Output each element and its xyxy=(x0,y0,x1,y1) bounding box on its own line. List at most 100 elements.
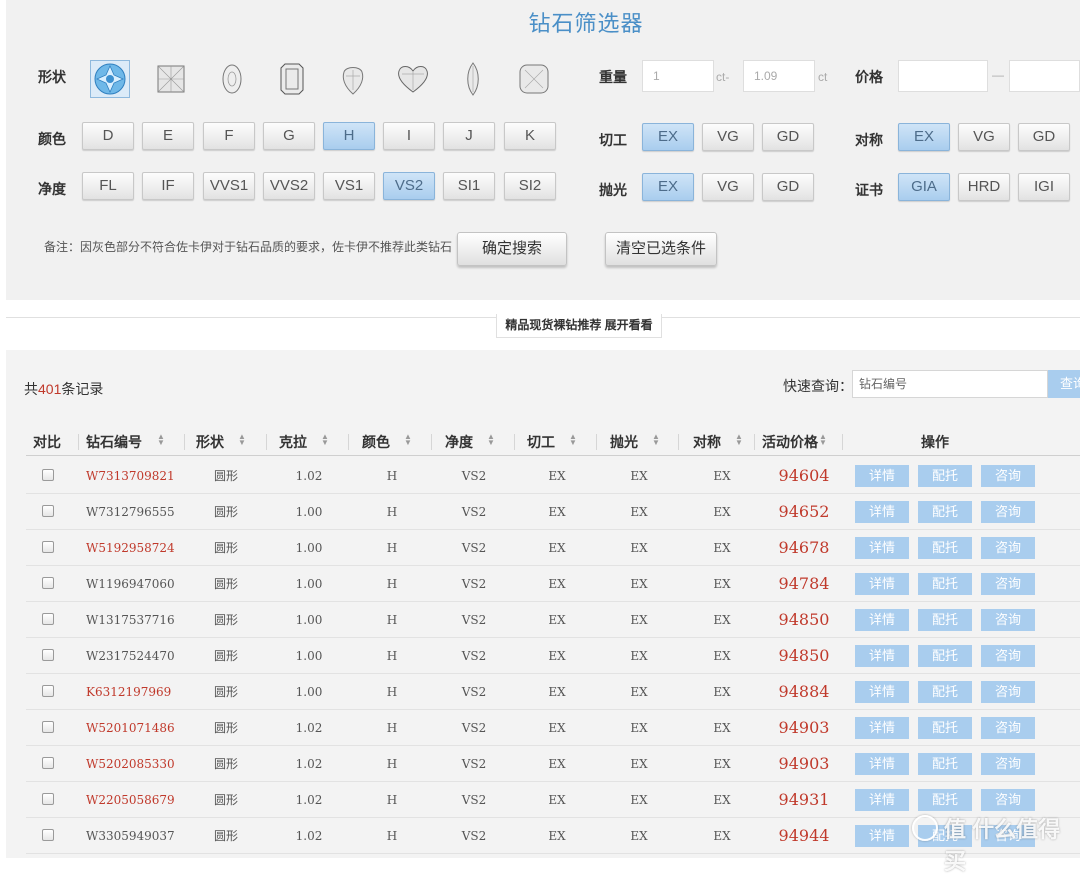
diamond-code[interactable]: W7313709821 xyxy=(86,458,186,494)
consult-button[interactable]: 咨询 xyxy=(981,681,1035,703)
th-code[interactable]: 钻石编号 xyxy=(86,432,142,452)
sort-icon[interactable]: ▲ ▼ xyxy=(735,433,743,447)
compare-checkbox[interactable] xyxy=(42,577,54,589)
compare-checkbox[interactable] xyxy=(42,613,54,625)
clarity-option-FL[interactable]: FL xyxy=(82,172,134,200)
color-option-J[interactable]: J xyxy=(443,122,495,150)
shape-round-option[interactable] xyxy=(90,60,130,98)
compare-checkbox[interactable] xyxy=(42,505,54,517)
price-max-input[interactable] xyxy=(1009,60,1080,92)
consult-button[interactable]: 咨询 xyxy=(981,753,1035,775)
sort-icon[interactable]: ▲ ▼ xyxy=(238,433,246,447)
compare-checkbox[interactable] xyxy=(42,721,54,733)
weight-min-input[interactable]: 1 xyxy=(642,60,714,92)
th-cut[interactable]: 切工 xyxy=(527,432,555,452)
sort-icon[interactable]: ▲ ▼ xyxy=(404,433,412,447)
detail-button[interactable]: 详情 xyxy=(855,465,909,487)
consult-button[interactable]: 咨询 xyxy=(981,717,1035,739)
shape-oval-option[interactable] xyxy=(212,60,252,98)
detail-button[interactable]: 详情 xyxy=(855,681,909,703)
sort-icon[interactable]: ▲ ▼ xyxy=(321,433,329,447)
th-shape[interactable]: 形状 xyxy=(196,432,224,452)
diamond-code[interactable]: W2205058679 xyxy=(86,782,186,818)
setting-button[interactable]: 配托 xyxy=(918,465,972,487)
detail-button[interactable]: 详情 xyxy=(855,537,909,559)
setting-button[interactable]: 配托 xyxy=(918,609,972,631)
cut-option-GD[interactable]: GD xyxy=(762,123,814,151)
sort-icon[interactable]: ▲ ▼ xyxy=(157,433,165,447)
detail-button[interactable]: 详情 xyxy=(855,789,909,811)
clarity-option-VVS2[interactable]: VVS2 xyxy=(263,172,315,200)
shape-pear-option[interactable] xyxy=(333,60,373,98)
cert-option-IGI[interactable]: IGI xyxy=(1018,173,1070,201)
quick-search-input[interactable]: 钻石编号 xyxy=(852,370,1048,398)
consult-button[interactable]: 咨询 xyxy=(981,609,1035,631)
shape-princess-option[interactable] xyxy=(151,60,191,98)
compare-checkbox[interactable] xyxy=(42,541,54,553)
consult-button[interactable]: 咨询 xyxy=(981,789,1035,811)
detail-button[interactable]: 详情 xyxy=(855,609,909,631)
color-option-D[interactable]: D xyxy=(82,122,134,150)
cut-option-VG[interactable]: VG xyxy=(702,123,754,151)
shape-emerald-option[interactable] xyxy=(272,60,312,98)
setting-button[interactable]: 配托 xyxy=(918,537,972,559)
polish-option-GD[interactable]: GD xyxy=(762,173,814,201)
th-symmetry[interactable]: 对称 xyxy=(693,432,721,452)
diamond-code[interactable]: W5192958724 xyxy=(86,530,186,566)
clarity-option-VS2[interactable]: VS2 xyxy=(383,172,435,200)
shape-cushion-option[interactable] xyxy=(514,60,554,98)
clarity-option-VS1[interactable]: VS1 xyxy=(323,172,375,200)
setting-button[interactable]: 配托 xyxy=(918,681,972,703)
shape-heart-option[interactable] xyxy=(393,60,433,98)
th-clarity[interactable]: 净度 xyxy=(445,432,473,452)
diamond-code[interactable]: W7312796555 xyxy=(86,494,186,530)
setting-button[interactable]: 配托 xyxy=(918,573,972,595)
setting-button[interactable]: 配托 xyxy=(918,789,972,811)
clear-button[interactable]: 清空已选条件 xyxy=(605,232,717,266)
sort-icon[interactable]: ▲ ▼ xyxy=(569,433,577,447)
search-button[interactable]: 确定搜索 xyxy=(457,232,567,266)
compare-checkbox[interactable] xyxy=(42,793,54,805)
diamond-code[interactable]: W5202085330 xyxy=(86,746,186,782)
symmetry-option-EX[interactable]: EX xyxy=(898,123,950,151)
cert-option-HRD[interactable]: HRD xyxy=(958,173,1010,201)
weight-max-input[interactable]: 1.09 xyxy=(743,60,815,92)
th-polish[interactable]: 抛光 xyxy=(610,432,638,452)
compare-checkbox[interactable] xyxy=(42,757,54,769)
setting-button[interactable]: 配托 xyxy=(918,501,972,523)
color-option-G[interactable]: G xyxy=(263,122,315,150)
color-option-H[interactable]: H xyxy=(323,122,375,150)
color-option-E[interactable]: E xyxy=(142,122,194,150)
consult-button[interactable]: 咨询 xyxy=(981,501,1035,523)
th-carat[interactable]: 克拉 xyxy=(279,432,307,452)
th-price[interactable]: 活动价格 xyxy=(762,432,818,452)
color-option-I[interactable]: I xyxy=(383,122,435,150)
polish-option-VG[interactable]: VG xyxy=(702,173,754,201)
diamond-code[interactable]: K6312197969 xyxy=(86,674,186,710)
consult-button[interactable]: 咨询 xyxy=(981,645,1035,667)
th-color[interactable]: 颜色 xyxy=(362,432,390,452)
compare-checkbox[interactable] xyxy=(42,649,54,661)
detail-button[interactable]: 详情 xyxy=(855,573,909,595)
clarity-option-SI2[interactable]: SI2 xyxy=(504,172,556,200)
compare-checkbox[interactable] xyxy=(42,469,54,481)
detail-button[interactable]: 详情 xyxy=(855,825,909,847)
setting-button[interactable]: 配托 xyxy=(918,717,972,739)
sort-icon[interactable]: ▲ ▼ xyxy=(652,433,660,447)
color-option-K[interactable]: K xyxy=(504,122,556,150)
shape-marquise-option[interactable] xyxy=(453,60,493,98)
detail-button[interactable]: 详情 xyxy=(855,501,909,523)
detail-button[interactable]: 详情 xyxy=(855,753,909,775)
symmetry-option-VG[interactable]: VG xyxy=(958,123,1010,151)
cut-option-EX[interactable]: EX xyxy=(642,123,694,151)
detail-button[interactable]: 详情 xyxy=(855,645,909,667)
clarity-option-SI1[interactable]: SI1 xyxy=(443,172,495,200)
diamond-code[interactable]: W5201071486 xyxy=(86,710,186,746)
setting-button[interactable]: 配托 xyxy=(918,753,972,775)
cert-option-GIA[interactable]: GIA xyxy=(898,173,950,201)
polish-option-EX[interactable]: EX xyxy=(642,173,694,201)
clarity-option-IF[interactable]: IF xyxy=(142,172,194,200)
detail-button[interactable]: 详情 xyxy=(855,717,909,739)
diamond-code[interactable]: W3305949037 xyxy=(86,818,186,854)
diamond-code[interactable]: W2317524470 xyxy=(86,638,186,674)
